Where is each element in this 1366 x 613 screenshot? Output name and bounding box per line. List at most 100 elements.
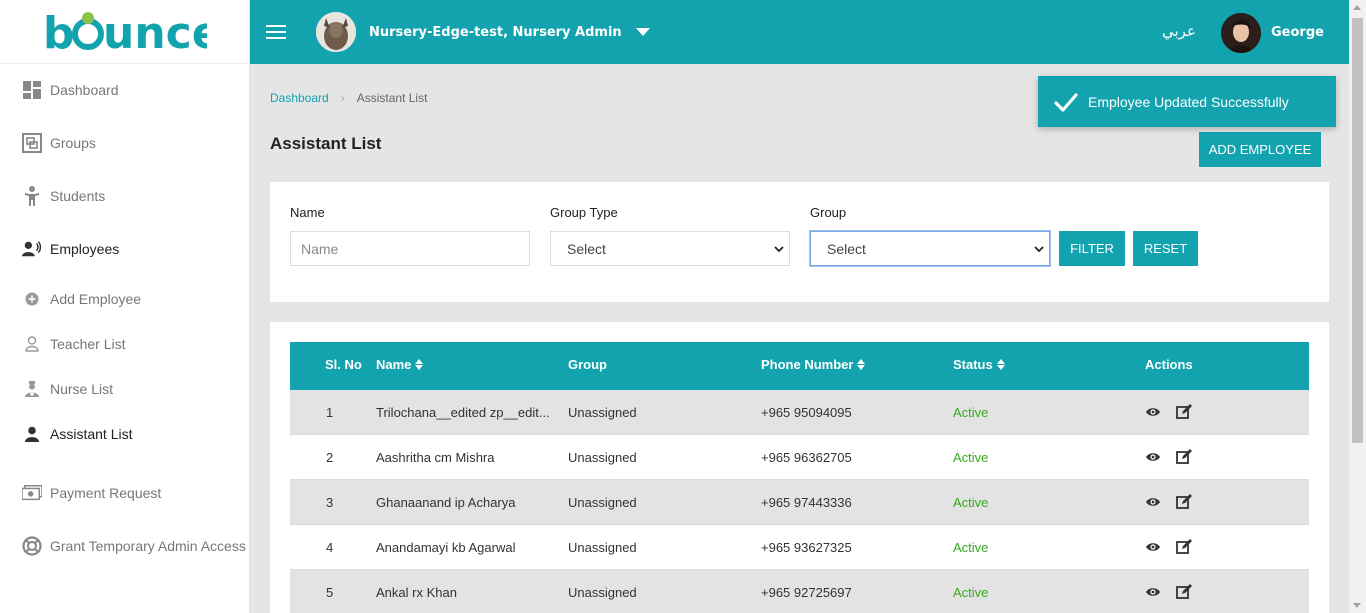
success-toast[interactable]: Employee Updated Successfully xyxy=(1038,76,1336,127)
edit-icon[interactable] xyxy=(1176,539,1192,555)
sidebar-item-label: Grant Temporary Admin Access xyxy=(50,538,246,554)
sort-icon xyxy=(415,359,424,370)
table-row: 3 Ghanaanand ip Acharya Unassigned +965 … xyxy=(290,480,1309,525)
cell-name: Ghanaanand ip Acharya xyxy=(376,495,516,510)
edit-icon[interactable] xyxy=(1176,404,1192,420)
sidebar-item-label: Dashboard xyxy=(50,82,119,98)
sidebar-item-payment-request[interactable]: Payment Request xyxy=(0,478,250,508)
sidebar-item-nurse-list[interactable]: Nurse List xyxy=(0,374,250,404)
cell-phone: +965 96362705 xyxy=(761,450,852,465)
menu-icon[interactable] xyxy=(266,25,286,39)
sidebar-item-label: Assistant List xyxy=(50,426,133,442)
cell-phone: +965 97443336 xyxy=(761,495,852,510)
chevron-down-icon xyxy=(774,246,784,253)
table-header: Sl. No Name Group Phone Number Status Ac… xyxy=(290,342,1309,390)
column-header-status[interactable]: Status xyxy=(953,357,1005,372)
group-filter-label: Group xyxy=(810,205,847,220)
reset-button[interactable]: RESET xyxy=(1133,231,1198,266)
cell-phone: +965 93627325 xyxy=(761,540,852,555)
filter-button[interactable]: FILTER xyxy=(1059,231,1125,266)
nurse-icon xyxy=(24,381,40,397)
group-select[interactable]: Select xyxy=(810,231,1050,266)
name-filter-label: Name xyxy=(290,205,325,220)
add-employee-button[interactable]: ADD EMPLOYEE xyxy=(1199,132,1321,167)
sidebar-item-dashboard[interactable]: Dashboard xyxy=(0,75,250,105)
language-toggle[interactable]: عربي xyxy=(1162,22,1196,40)
sidebar-item-label: Nurse List xyxy=(50,381,114,397)
sidebar-item-teacher-list[interactable]: Teacher List xyxy=(0,329,250,359)
bounce-logo[interactable]: b unce xyxy=(0,0,249,64)
user-outline-icon xyxy=(24,336,40,352)
assistant-table-panel: Sl. No Name Group Phone Number Status Ac… xyxy=(270,322,1329,613)
svg-text:b: b xyxy=(43,10,75,54)
page-title: Assistant List xyxy=(270,134,382,153)
status-badge: Active xyxy=(953,495,989,510)
sidebar-item-employees[interactable]: Employees xyxy=(0,234,250,264)
dashboard-icon xyxy=(22,80,42,100)
user-icon xyxy=(24,426,40,442)
cell-phone: +965 92725697 xyxy=(761,585,852,600)
sidebar-item-students[interactable]: Students xyxy=(0,181,250,211)
edit-icon[interactable] xyxy=(1176,449,1192,465)
eye-icon[interactable] xyxy=(1145,449,1161,465)
eye-icon[interactable] xyxy=(1145,584,1161,600)
sidebar-item-add-employee[interactable]: Add Employee xyxy=(0,284,250,314)
column-header-phone[interactable]: Phone Number xyxy=(761,357,866,372)
sidebar-item-grant-temporary-admin-access[interactable]: Grant Temporary Admin Access xyxy=(0,531,250,561)
sidebar-item-label: Payment Request xyxy=(50,485,162,501)
toast-message: Employee Updated Successfully xyxy=(1088,93,1289,110)
table-row: 4 Anandamayi kb Agarwal Unassigned +965 … xyxy=(290,525,1309,570)
sidebar-item-label: Students xyxy=(50,188,106,204)
top-bar: Nursery-Edge-test, Nursery Admin عربي Ge… xyxy=(250,0,1366,64)
cell-sl-no: 3 xyxy=(326,495,334,510)
eye-icon[interactable] xyxy=(1145,404,1161,420)
status-badge: Active xyxy=(953,450,989,465)
svg-text:unce: unce xyxy=(103,10,207,54)
cell-name: Aashritha cm Mishra xyxy=(376,450,495,465)
column-header-sl-no: Sl. No xyxy=(325,357,362,372)
nursery-name[interactable]: Nursery-Edge-test, Nursery Admin xyxy=(369,25,622,40)
sidebar-item-label: Teacher List xyxy=(50,336,126,352)
groups-icon xyxy=(22,133,42,153)
filter-panel: Name Group Type Select Group Select FILT… xyxy=(270,182,1329,302)
table-row: 1 Trilochana__edited zp__edit... Unassig… xyxy=(290,390,1309,435)
name-filter-input[interactable] xyxy=(290,231,530,266)
status-badge: Active xyxy=(953,540,989,555)
page-scrollbar[interactable] xyxy=(1349,0,1366,613)
sidebar-item-groups[interactable]: Groups xyxy=(0,128,250,158)
cell-sl-no: 5 xyxy=(326,585,334,600)
scroll-up-icon[interactable] xyxy=(1353,5,1361,10)
edit-icon[interactable] xyxy=(1176,494,1192,510)
plus-circle-icon xyxy=(24,291,40,307)
eye-icon[interactable] xyxy=(1145,539,1161,555)
group-type-select[interactable]: Select xyxy=(550,231,790,266)
eye-icon[interactable] xyxy=(1145,494,1161,510)
scrollbar-thumb[interactable] xyxy=(1352,18,1363,443)
user-name[interactable]: George xyxy=(1271,25,1324,40)
employees-icon xyxy=(22,239,42,259)
cell-group: Unassigned xyxy=(568,495,637,510)
breadcrumb-dashboard-link[interactable]: Dashboard xyxy=(270,91,329,105)
cell-group: Unassigned xyxy=(568,450,637,465)
chevron-down-icon xyxy=(1034,246,1044,253)
avatar[interactable] xyxy=(1221,13,1261,53)
column-header-group: Group xyxy=(568,357,607,372)
column-header-name[interactable]: Name xyxy=(376,357,424,372)
cell-name: Ankal rx Khan xyxy=(376,585,457,600)
breadcrumb: Dashboard › Assistant List xyxy=(270,91,427,105)
table-row: 5 Ankal rx Khan Unassigned +965 92725697… xyxy=(290,570,1309,613)
chevron-down-icon[interactable] xyxy=(635,28,650,36)
edit-icon[interactable] xyxy=(1176,584,1192,600)
sidebar-item-label: Groups xyxy=(50,135,96,151)
scroll-down-icon[interactable] xyxy=(1353,603,1361,608)
cell-group: Unassigned xyxy=(568,585,637,600)
cell-group: Unassigned xyxy=(568,540,637,555)
cell-sl-no: 4 xyxy=(326,540,334,555)
group-type-select-value: Select xyxy=(567,240,606,257)
nursery-avatar[interactable] xyxy=(316,12,356,52)
sidebar-item-assistant-list[interactable]: Assistant List xyxy=(0,419,250,449)
status-badge: Active xyxy=(953,585,989,600)
cell-sl-no: 1 xyxy=(326,405,334,420)
breadcrumb-current: Assistant List xyxy=(356,91,428,105)
group-type-filter-label: Group Type xyxy=(550,205,618,220)
